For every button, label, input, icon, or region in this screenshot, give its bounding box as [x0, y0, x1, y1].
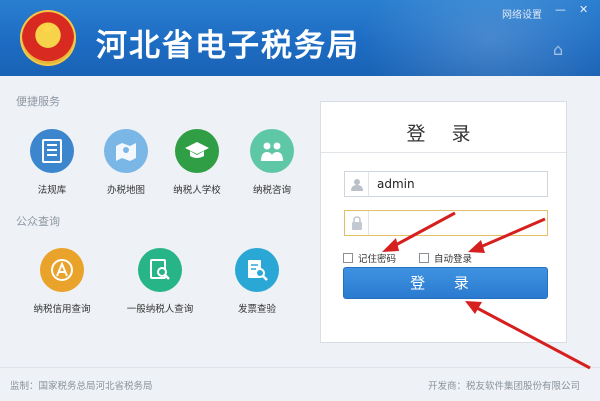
service-label: 一般纳税人查询 [126, 304, 194, 315]
password-field[interactable] [344, 210, 548, 236]
checkbox-box[interactable] [419, 253, 429, 263]
login-title: 登 录 [406, 123, 481, 145]
user-icon [345, 172, 369, 196]
service-label: 发票查验 [237, 304, 276, 315]
title-bar: ★ 河北省电子税务局 网络设置 — ✕ ⌂ [0, 0, 600, 76]
minimize-button[interactable]: — [555, 4, 566, 16]
section-quick-services: 便捷服务 [16, 95, 60, 108]
close-button[interactable]: ✕ [579, 4, 588, 16]
service-label: 纳税信用查询 [33, 304, 91, 315]
username-field[interactable] [344, 171, 548, 197]
invoice-search-icon [235, 248, 279, 292]
remember-password-checkbox[interactable]: 记住密码 [343, 251, 396, 265]
username-input[interactable] [369, 173, 547, 195]
taxpayer-search-icon [138, 248, 182, 292]
service-credit-query[interactable]: 纳税信用查询 [12, 248, 112, 315]
service-general-taxpayer-query[interactable]: 一般纳税人查询 [110, 248, 210, 315]
remember-password-label: 记住密码 [358, 254, 397, 265]
auto-login-label: 自动登录 [434, 254, 473, 265]
credit-a-icon [40, 248, 84, 292]
footer-supervisor: 监制：国家税务总局河北省税务局 [10, 381, 153, 392]
footer-divider [0, 367, 600, 368]
network-settings-link[interactable]: 网络设置 [502, 6, 542, 21]
graduation-cap-icon [175, 129, 219, 173]
login-divider [321, 152, 566, 153]
people-icon [250, 129, 294, 173]
service-label: 纳税咨询 [252, 185, 291, 196]
lock-icon [345, 211, 369, 235]
password-input[interactable] [369, 212, 547, 234]
section-public-query: 公众查询 [16, 215, 60, 228]
service-invoice-check[interactable]: 发票查验 [207, 248, 307, 315]
home-icon[interactable]: ⌂ [553, 40, 563, 59]
service-tax-consult[interactable]: 纳税咨询 [222, 129, 322, 196]
tax-emblem-icon: ★ [20, 10, 76, 66]
login-button[interactable]: 登 录 [343, 267, 548, 299]
map-icon [104, 129, 148, 173]
auto-login-checkbox[interactable]: 自动登录 [419, 251, 472, 265]
checkbox-box[interactable] [343, 253, 353, 263]
footer-developer: 开发商：税友软件集团股份有限公司 [428, 381, 581, 392]
login-panel: 登 录 记住密码 自动登录 登 录 [320, 101, 567, 343]
app-title: 河北省电子税务局 [96, 28, 360, 64]
book-icon [30, 129, 74, 173]
